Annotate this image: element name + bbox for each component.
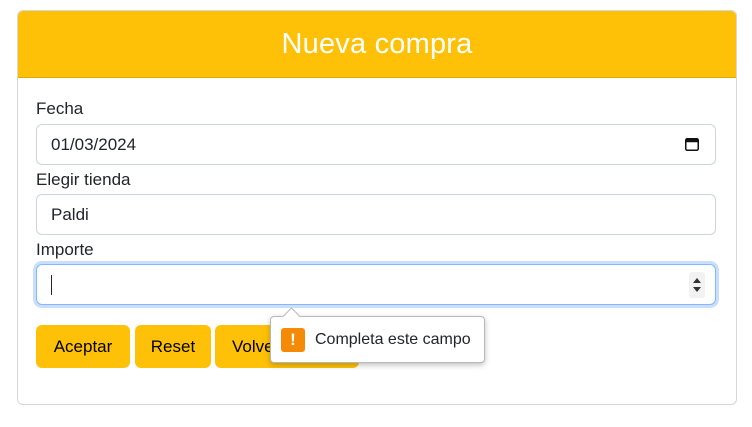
- fecha-date-input[interactable]: 01/03/2024: [36, 124, 716, 165]
- spinner-down-icon[interactable]: [693, 287, 701, 292]
- card-header: Nueva compra: [18, 11, 736, 78]
- fecha-label: Fecha: [36, 99, 84, 118]
- tienda-label: Elegir tienda: [36, 170, 131, 189]
- fecha-value: 01/03/2024: [51, 134, 137, 154]
- validation-tooltip: ! Completa este campo: [270, 307, 485, 363]
- reset-button[interactable]: Reset: [135, 325, 211, 368]
- validation-message: Completa este campo: [315, 330, 471, 348]
- number-spinner[interactable]: [689, 272, 705, 298]
- warning-icon: !: [281, 327, 305, 352]
- page-title: Nueva compra: [281, 27, 473, 60]
- importe-number-input[interactable]: [36, 264, 716, 305]
- spinner-up-icon[interactable]: [693, 278, 701, 283]
- accept-button[interactable]: Aceptar: [36, 325, 130, 368]
- text-caret: [51, 274, 52, 295]
- tienda-select[interactable]: Paldi: [36, 194, 716, 235]
- importe-label: Importe: [36, 240, 94, 259]
- calendar-icon[interactable]: [685, 137, 699, 151]
- tienda-value: Paldi: [51, 204, 89, 224]
